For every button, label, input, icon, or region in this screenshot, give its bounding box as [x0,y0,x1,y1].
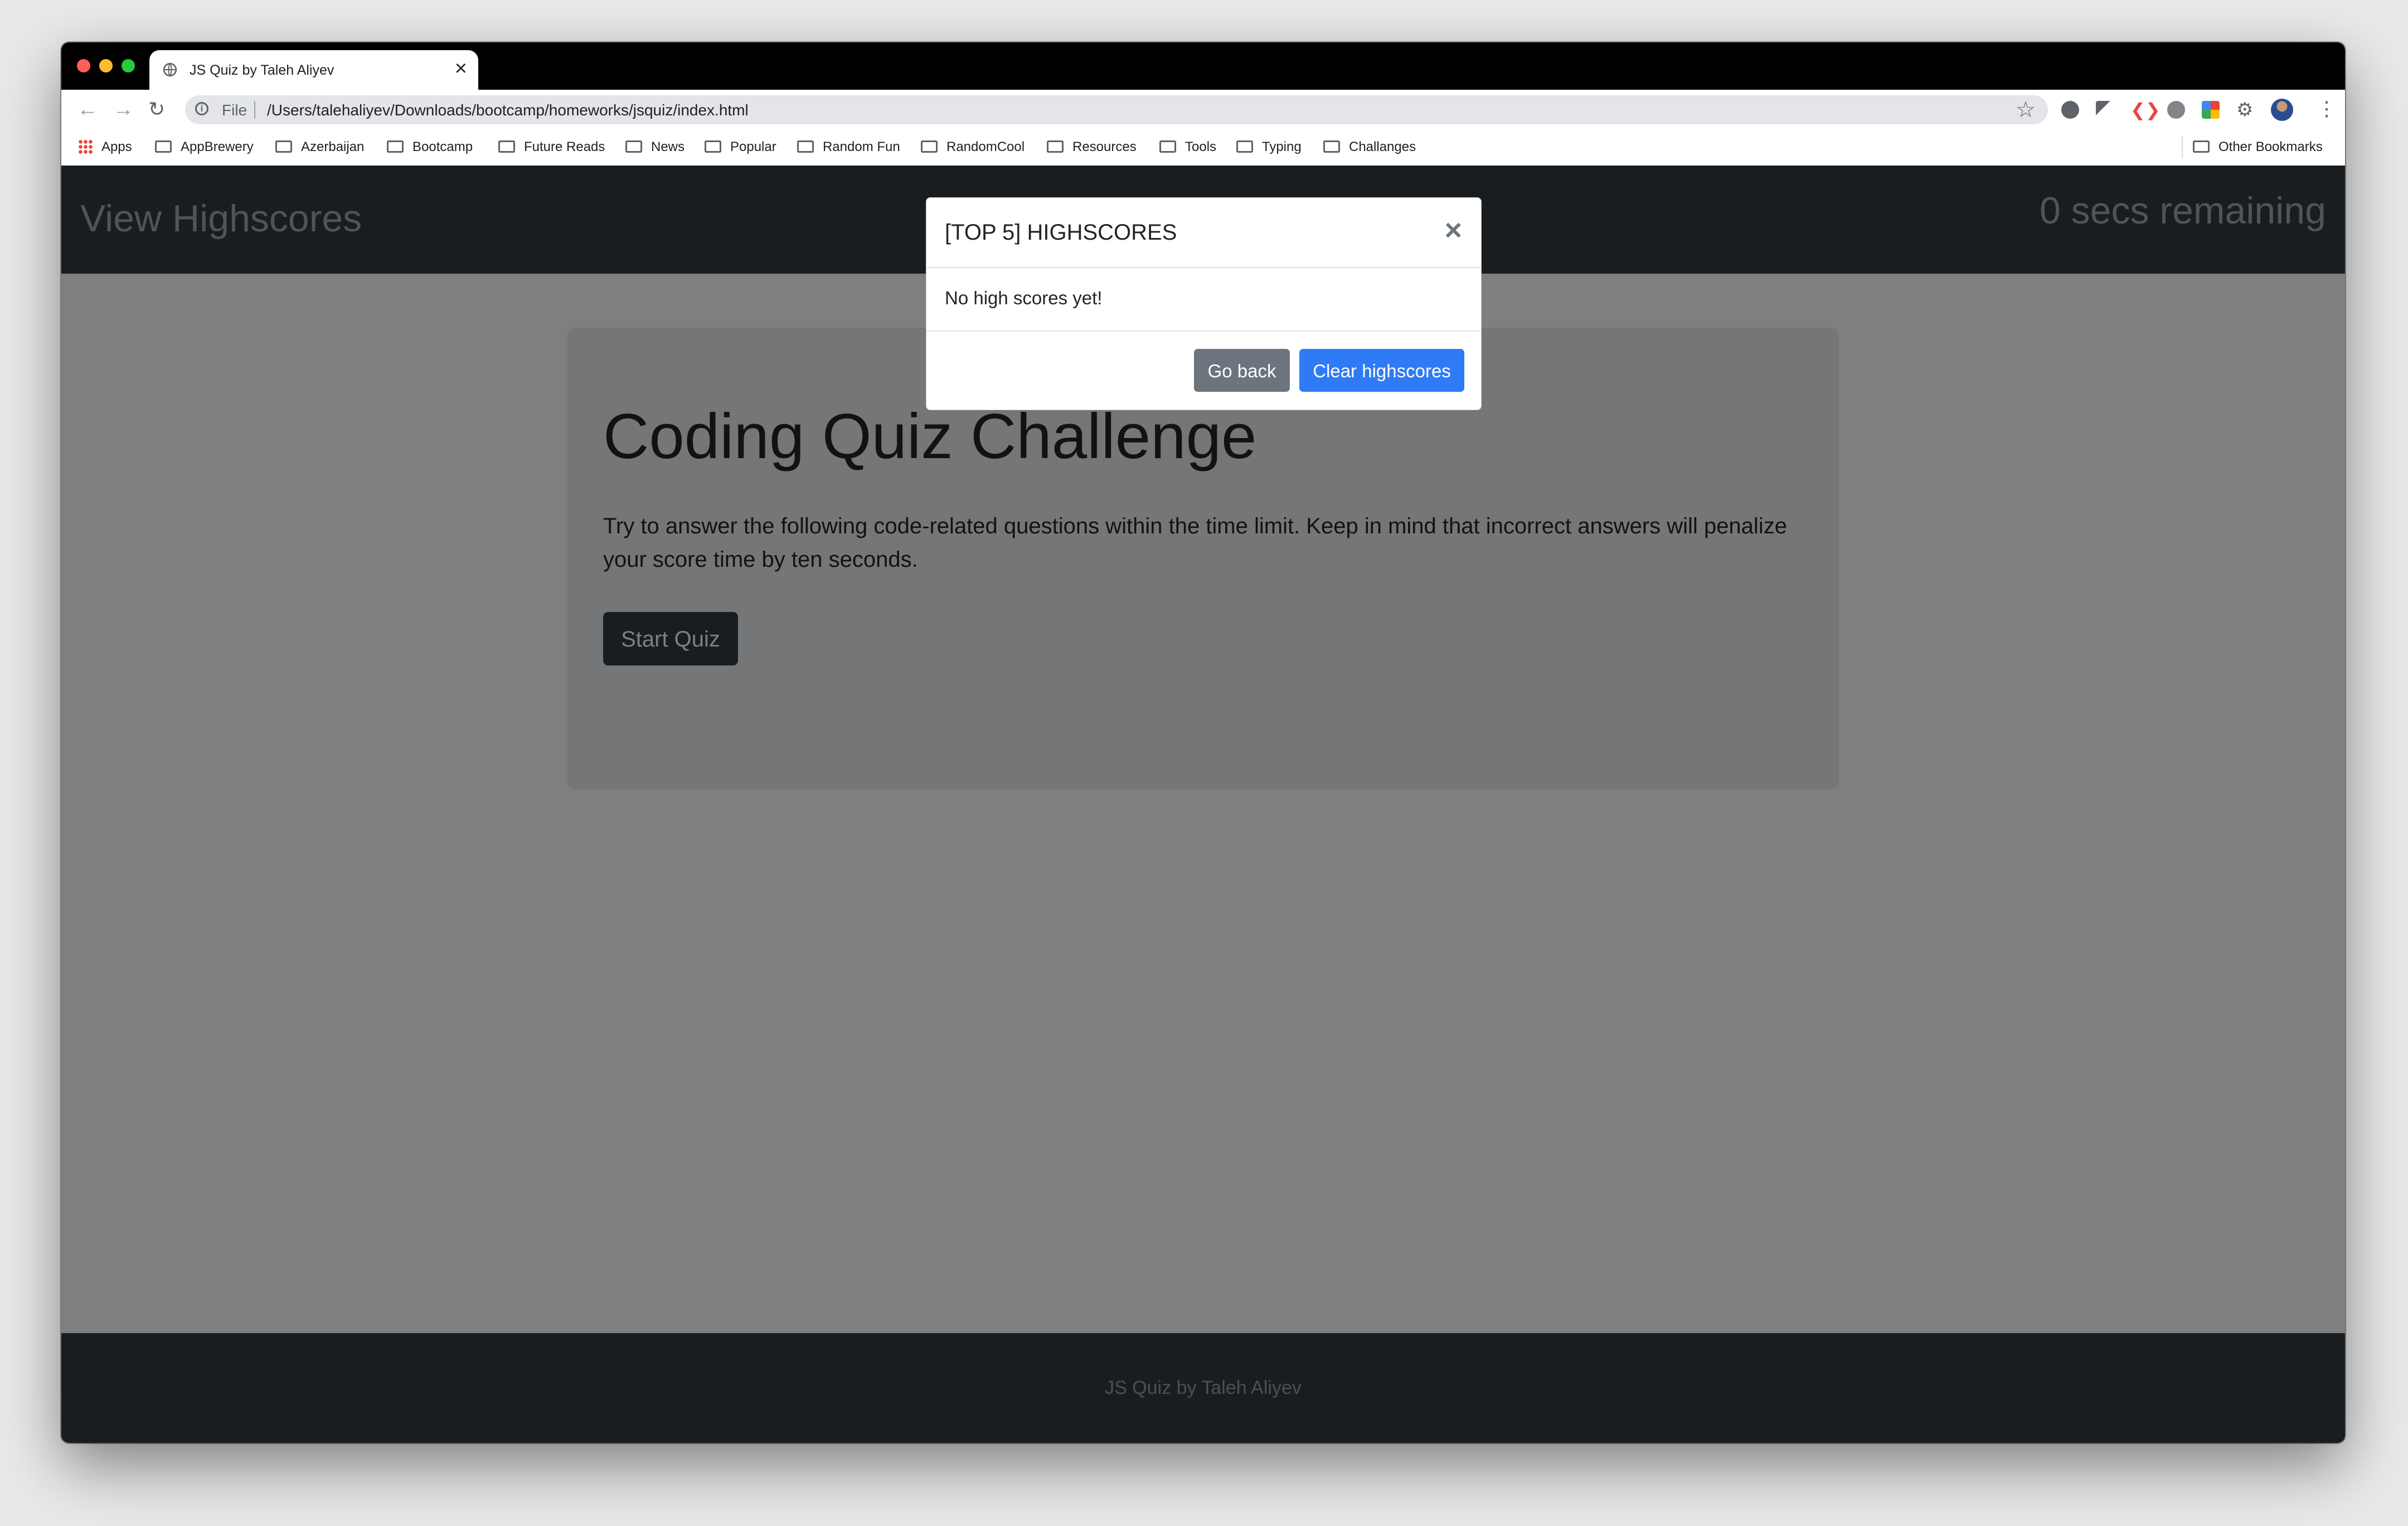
extension-icon[interactable] [2202,101,2220,119]
folder-icon [1159,140,1176,153]
bookmark-apps[interactable]: Apps [78,138,132,156]
browser-window: JS Quiz by Taleh Aliyev × + ← → ↻ i File… [61,42,2345,1443]
folder-icon [797,140,814,153]
bookmark-folder[interactable]: Bootcamp [387,138,473,156]
folder-icon [921,140,938,153]
highscores-modal: [TOP 5] HIGHSCORES × No high scores yet!… [926,197,1482,410]
bookmark-folder[interactable]: RandomCool [921,138,1025,156]
folder-icon [705,140,721,153]
folder-icon [275,140,292,153]
modal-header: [TOP 5] HIGHSCORES × [926,198,1481,268]
puzzle-extensions-icon[interactable]: ⚙ [2236,100,2254,119]
folder-icon [1323,140,1340,153]
browser-toolbar: ← → ↻ i File /Users/talehaliyev/Download… [61,90,2345,129]
url-separator [254,101,255,119]
folder-icon [2193,140,2210,153]
extension-icon[interactable] [2167,101,2185,119]
url-scheme: File [222,101,247,119]
clear-highscores-button[interactable]: Clear highscores [1299,349,1464,392]
bookmark-folder[interactable]: News [625,138,684,156]
modal-footer: Go back Clear highscores [926,332,1481,410]
eyedropper-extension-icon[interactable] [2096,101,2114,119]
globe-icon [163,62,177,77]
bookmark-folder[interactable]: Resources [1047,138,1137,156]
folder-icon [387,140,404,153]
modal-body: No high scores yet! [926,267,1481,332]
folder-icon [155,140,172,153]
bookmark-star-icon[interactable]: ☆ [2016,98,2036,122]
maximize-window-button[interactable] [122,59,135,72]
folder-icon [1047,140,1064,153]
tab-title: JS Quiz by Taleh Aliyev [190,62,334,78]
address-bar[interactable]: i File /Users/talehaliyev/Downloads/boot… [185,95,2048,124]
bookmark-folder[interactable]: Azerbaijan [275,138,364,156]
folder-icon [1236,140,1253,153]
tab-close-icon[interactable]: × [455,58,467,79]
back-arrow-icon[interactable]: ← [77,98,98,121]
bookmark-folder[interactable]: Future Reads [498,138,605,156]
bookmark-folder[interactable]: Popular [705,138,776,156]
bookmarks-divider [2182,136,2183,158]
profile-avatar[interactable] [2271,99,2293,121]
forward-arrow-icon[interactable]: → [113,98,134,121]
go-back-button[interactable]: Go back [1194,349,1290,392]
reload-icon[interactable]: ↻ [148,98,165,121]
bookmark-folder[interactable]: AppBrewery [155,138,254,156]
close-icon[interactable]: × [1444,213,1462,247]
page-content: View Highscores 0 secs remaining Coding … [61,166,2345,1443]
bookmark-folder[interactable]: Tools [1159,138,1216,156]
extension-icon[interactable] [2061,101,2079,119]
apps-grid-icon [78,139,93,154]
no-scores-text: No high scores yet! [945,288,1103,308]
bookmark-folder[interactable]: Challanges [1323,138,1416,156]
bookmarks-bar: Apps AppBrewery Azerbaijan Bootcamp Futu… [61,129,2345,167]
url-text[interactable]: /Users/talehaliyev/Downloads/bootcamp/ho… [267,101,749,119]
kebab-menu-icon[interactable]: ⋮ [2317,96,2337,121]
other-bookmarks[interactable]: Other Bookmarks [2193,138,2323,156]
new-tab-button[interactable]: + [433,54,448,80]
extension-icon[interactable]: ❮❯ [2130,101,2161,119]
bookmark-folder[interactable]: Typing [1236,138,1302,156]
bookmark-folder[interactable]: Random Fun [797,138,900,156]
tab-strip: JS Quiz by Taleh Aliyev × + [61,42,2345,90]
modal-title: [TOP 5] HIGHSCORES [945,220,1177,245]
folder-icon [498,140,515,153]
folder-icon [625,140,642,153]
minimize-window-button[interactable] [99,59,113,72]
close-window-button[interactable] [77,59,90,72]
active-tab[interactable]: JS Quiz by Taleh Aliyev × [149,50,478,90]
info-icon[interactable]: i [195,102,208,115]
